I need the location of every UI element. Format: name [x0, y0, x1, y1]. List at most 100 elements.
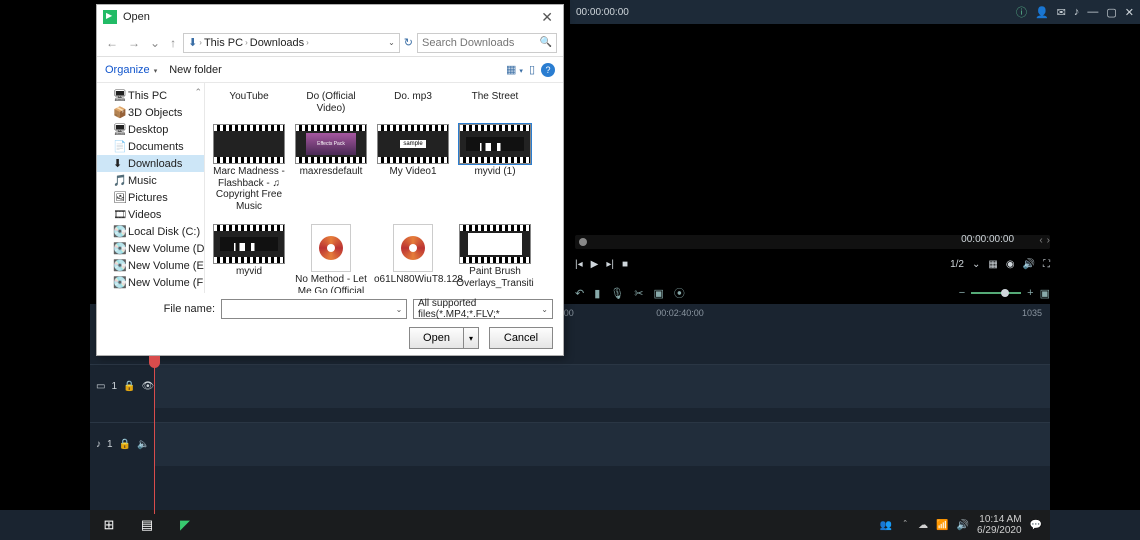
- play-icon[interactable]: ▶: [591, 259, 599, 270]
- search-icon[interactable]: 🔍: [540, 37, 552, 48]
- minimize-icon[interactable]: —: [1087, 6, 1098, 18]
- filter-dropdown-icon[interactable]: ⌄: [541, 305, 548, 314]
- forward-icon[interactable]: →: [125, 36, 143, 50]
- audio-track[interactable]: ♪ 1 🔒 🔈: [90, 422, 1050, 466]
- bell-icon[interactable]: ♪: [1074, 6, 1080, 18]
- file-item[interactable]: myvid: [209, 222, 289, 293]
- preview-pane-icon[interactable]: ▯: [529, 63, 535, 76]
- open-dropdown-icon[interactable]: ▾: [463, 327, 479, 349]
- file-item[interactable]: myvid (1): [455, 122, 535, 214]
- user-icon[interactable]: 👤: [1035, 6, 1049, 19]
- zoom-slider[interactable]: [971, 292, 1021, 294]
- track-lock-icon[interactable]: 🔒: [123, 381, 135, 392]
- file-item[interactable]: Marc Madness - Flashback - ♫ Copyright F…: [209, 122, 289, 214]
- snapshot-icon[interactable]: ◉: [1006, 259, 1015, 270]
- close-icon[interactable]: ✕: [1125, 6, 1134, 19]
- chevron-right-icon[interactable]: ›: [245, 38, 248, 47]
- file-item[interactable]: sampleMy Video1: [373, 122, 453, 214]
- breadcrumb-item[interactable]: This PC: [204, 37, 243, 49]
- notifications-icon[interactable]: 💬: [1030, 520, 1042, 531]
- chevron-right-icon[interactable]: ›: [199, 38, 202, 47]
- task-view-button[interactable]: ▤: [128, 510, 166, 540]
- open-button[interactable]: Open: [409, 327, 463, 349]
- help-icon[interactable]: ⓘ: [1016, 4, 1027, 20]
- file-item[interactable]: No Method - Let Me Go (Official: [291, 222, 371, 293]
- search-box[interactable]: 🔍: [417, 33, 557, 53]
- app-button[interactable]: ◤: [166, 510, 204, 540]
- tree-item[interactable]: 🖥Desktop: [97, 121, 204, 138]
- filename-dropdown-icon[interactable]: ⌄: [392, 305, 406, 314]
- tree-item[interactable]: 📦3D Objects: [97, 104, 204, 121]
- tree-item[interactable]: 💽New Volume (F:): [97, 274, 204, 291]
- breadcrumb-dropdown-icon[interactable]: ⌄: [388, 38, 395, 47]
- tray-people-icon[interactable]: 👥: [880, 520, 892, 531]
- video-track-body[interactable]: [154, 365, 1050, 408]
- tray-up-icon[interactable]: ＾: [900, 518, 910, 533]
- zoom-in-icon[interactable]: +: [1027, 287, 1033, 299]
- seek-prev-icon[interactable]: ‹: [1039, 235, 1042, 246]
- track-lock-icon[interactable]: 🔒: [119, 439, 131, 450]
- tree-item[interactable]: 💽Local Disk (C:): [97, 223, 204, 240]
- help-icon[interactable]: ?: [541, 63, 555, 77]
- file-item[interactable]: o61LN80WiuT8.128: [373, 222, 453, 293]
- tool-record-icon[interactable]: ⦿: [674, 285, 685, 301]
- playhead[interactable]: [154, 364, 155, 514]
- start-button[interactable]: ⊞: [90, 510, 128, 540]
- search-input[interactable]: [422, 37, 540, 49]
- tool-cut-icon[interactable]: ✂: [634, 287, 643, 300]
- filetype-filter[interactable]: All supported files(*.MP4;*.FLV;* ⌄: [413, 299, 553, 319]
- undo-icon[interactable]: ↶: [575, 287, 584, 300]
- preview-ratio[interactable]: 1/2: [950, 259, 964, 270]
- prev-frame-icon[interactable]: |◂: [575, 259, 583, 270]
- tree-item[interactable]: 💽New Volume (E:): [97, 257, 204, 274]
- tree-item[interactable]: 💽New Volume (D:): [97, 240, 204, 257]
- mail-icon[interactable]: ✉: [1057, 6, 1066, 19]
- track-visibility-icon[interactable]: 👁: [141, 381, 154, 392]
- back-icon[interactable]: ←: [103, 36, 121, 50]
- tree-item[interactable]: ⬇Downloads: [97, 155, 204, 172]
- chevron-right-icon[interactable]: ›: [306, 38, 309, 47]
- file-item[interactable]: YouTube: [209, 89, 289, 116]
- file-item[interactable]: Paint Brush Overlays_Transiti: [455, 222, 535, 293]
- folder-tree[interactable]: ⌃ 🖥This PC📦3D Objects🖥Desktop📄Documents⬇…: [97, 83, 205, 293]
- file-item[interactable]: The Street: [455, 89, 535, 116]
- tree-item[interactable]: 🖼Pictures: [97, 189, 204, 206]
- grid-icon[interactable]: ▦: [988, 259, 997, 270]
- preview-seek-track[interactable]: ‹ › 00:00:00:00: [575, 235, 1050, 249]
- seek-next-icon[interactable]: ›: [1047, 235, 1050, 246]
- fullscreen-icon[interactable]: ⛶: [1043, 259, 1050, 270]
- volume-icon[interactable]: 🔊: [1023, 259, 1035, 270]
- tree-item[interactable]: 🎵Music: [97, 172, 204, 189]
- tree-item[interactable]: 🎞Videos: [97, 206, 204, 223]
- scroll-up-icon[interactable]: ⌃: [194, 87, 202, 98]
- organize-menu[interactable]: Organize ▾: [105, 64, 157, 76]
- filename-combo[interactable]: ⌄: [221, 299, 407, 319]
- breadcrumb-root-icon[interactable]: ⬇: [188, 36, 197, 49]
- filename-input[interactable]: [222, 303, 392, 315]
- new-folder-button[interactable]: New folder: [169, 64, 222, 76]
- close-icon[interactable]: ✕: [537, 9, 557, 26]
- stop-icon[interactable]: ■: [622, 259, 628, 270]
- system-clock[interactable]: 10:14 AM 6/29/2020: [977, 514, 1022, 537]
- tray-wifi-icon[interactable]: 📶: [936, 520, 948, 531]
- tool-mark-icon[interactable]: ▮: [594, 287, 600, 300]
- tool-mic-icon[interactable]: 🎙: [610, 287, 624, 300]
- breadcrumb-item[interactable]: Downloads: [250, 37, 304, 49]
- view-mode-icon[interactable]: ▦ ▾: [506, 63, 523, 76]
- tree-item[interactable]: 🖥This PC: [97, 87, 204, 104]
- zoom-fit-icon[interactable]: ▣: [1040, 287, 1050, 300]
- refresh-icon[interactable]: ↻: [404, 36, 413, 49]
- seek-handle[interactable]: [579, 238, 587, 246]
- breadcrumb[interactable]: ⬇ › This PC › Downloads › ⌄: [183, 33, 400, 53]
- tray-volume-icon[interactable]: 🔊: [957, 520, 969, 531]
- next-frame-icon[interactable]: ▸|: [606, 259, 614, 270]
- tray-cloud-icon[interactable]: ☁: [918, 520, 928, 531]
- tool-crop-icon[interactable]: ▣: [653, 287, 663, 300]
- file-item[interactable]: Effects Packmaxresdefault: [291, 122, 371, 214]
- file-list[interactable]: YouTubeDo (Official Video)Do. mp3The Str…: [205, 83, 563, 293]
- zoom-out-icon[interactable]: −: [959, 287, 965, 299]
- file-item[interactable]: Do. mp3: [373, 89, 453, 116]
- up-icon[interactable]: ↑: [167, 36, 179, 50]
- recent-caret-icon[interactable]: ⌄: [147, 36, 163, 50]
- cancel-button[interactable]: Cancel: [489, 327, 553, 349]
